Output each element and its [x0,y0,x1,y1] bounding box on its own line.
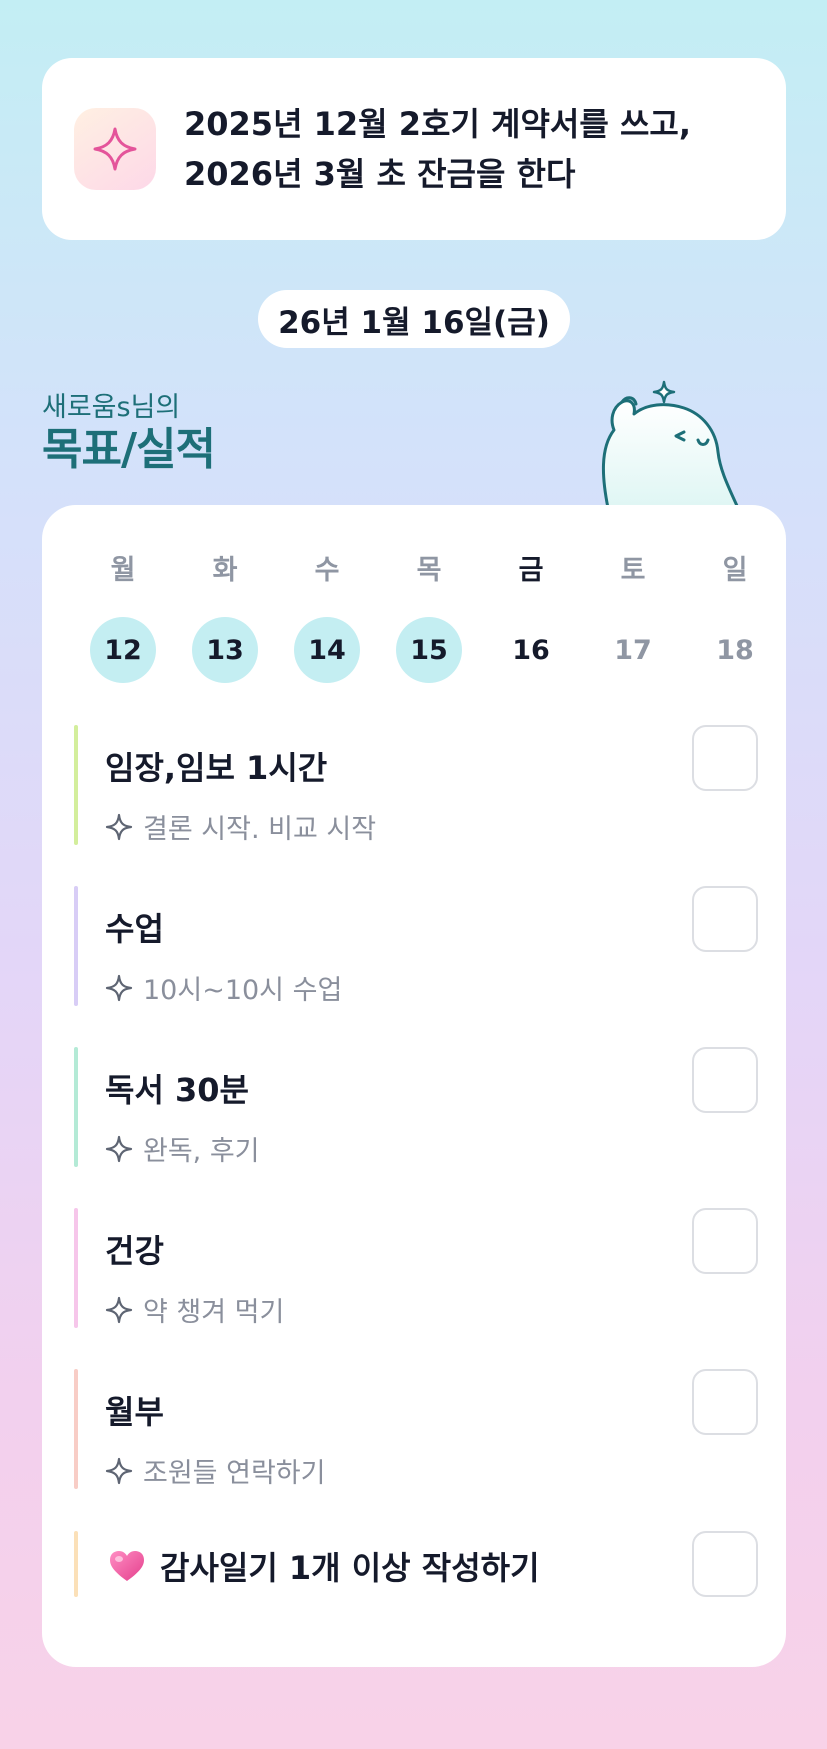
task-title: 독서 30분 [105,1071,249,1109]
task-note-text: 결론 시작. 비교 시작 [143,814,377,845]
sparkle-outline-icon [105,1457,133,1484]
day-label: 금 [518,555,544,586]
day-number: 15 [396,617,462,683]
task-item[interactable]: 감사일기 1개 이상 작성하기 [74,1531,758,1597]
day-mon[interactable]: 월 12 [72,555,174,683]
goal-line-1: 2025년 12월 2호기 계약서를 쓰고, [184,105,691,143]
task-title: 건강 [105,1232,164,1270]
goal-line-2: 2026년 3월 초 잔금을 한다 [184,155,576,193]
task-note: 약 챙겨 먹기 [105,1290,284,1329]
sparkle-outline-icon [105,974,133,1001]
task-color-bar [74,1047,78,1167]
task-note: 결론 시작. 비교 시작 [105,807,376,846]
task-title-row: 감사일기 1개 이상 작성하기 [108,1543,540,1589]
task-item[interactable]: 독서 30분 완독, 후기 [74,1047,758,1167]
day-label: 화 [212,555,238,586]
task-color-bar [74,1208,78,1328]
task-checkbox[interactable] [692,886,758,952]
mascot-illustration [601,380,740,508]
task-title: 수업 [105,910,164,948]
day-label: 목 [416,555,442,586]
task-note: 조원들 연락하기 [105,1451,325,1490]
task-item[interactable]: 월부 조원들 연락하기 [74,1369,758,1489]
task-note-text: 조원들 연락하기 [143,1458,326,1489]
task-note: 10시~10시 수업 [105,968,342,1007]
task-color-bar [74,886,78,1006]
task-checkbox[interactable] [692,1531,758,1597]
task-title: 월부 [105,1393,164,1431]
task-note-text: 10시~10시 수업 [143,975,343,1006]
day-number: 14 [294,617,360,683]
task-item[interactable]: 수업 10시~10시 수업 [74,886,758,1006]
goals-card: 월 12 화 13 수 14 목 15 금 16 토 17 일 18 임장,임보… [42,505,786,1667]
section-main-title: 목표/실적 [42,424,216,475]
day-number: 18 [716,634,754,666]
sparkle-outline-icon [105,813,133,840]
task-color-bar [74,725,78,845]
date-label[interactable]: 26년 1월 16일(금) [258,290,570,348]
task-color-bar [74,1369,78,1489]
day-number: 12 [90,617,156,683]
day-sun[interactable]: 일 18 [684,555,786,683]
day-number: 16 [512,634,550,666]
day-label: 일 [722,555,748,586]
day-label: 토 [620,555,646,586]
day-wed[interactable]: 수 14 [276,555,378,683]
task-item[interactable]: 건강 약 챙겨 먹기 [74,1208,758,1328]
goal-text: 2025년 12월 2호기 계약서를 쓰고, 2026년 3월 초 잔금을 한다 [184,99,691,199]
task-item[interactable]: 임장,임보 1시간 결론 시작. 비교 시작 [74,725,758,845]
task-note-text: 완독, 후기 [143,1136,260,1167]
day-sat[interactable]: 토 17 [582,555,684,683]
task-checkbox[interactable] [692,725,758,791]
week-strip: 월 12 화 13 수 14 목 15 금 16 토 17 일 18 [72,555,786,683]
task-checkbox[interactable] [692,1047,758,1113]
task-note-text: 약 챙겨 먹기 [143,1297,285,1328]
goal-card: 2025년 12월 2호기 계약서를 쓰고, 2026년 3월 초 잔금을 한다 [42,58,786,240]
day-tue[interactable]: 화 13 [174,555,276,683]
sparkle-icon [74,108,156,190]
sparkle-outline-icon [105,1135,133,1162]
task-note: 완독, 후기 [105,1129,260,1168]
task-checkbox[interactable] [692,1369,758,1435]
heart-icon [110,1551,144,1581]
task-title-text: 감사일기 1개 이상 작성하기 [160,1549,540,1587]
section-title: 새로움s님의 목표/실적 [42,392,216,476]
day-number: 13 [192,617,258,683]
task-color-bar [74,1531,78,1597]
day-fri[interactable]: 금 16 [480,555,582,683]
day-label: 수 [314,555,340,586]
task-checkbox[interactable] [692,1208,758,1274]
task-title: 임장,임보 1시간 [105,749,328,787]
section-subtitle: 새로움s님의 [42,392,181,423]
day-number: 17 [614,634,652,666]
day-label: 월 [110,555,136,586]
sparkle-outline-icon [105,1296,133,1323]
day-thu[interactable]: 목 15 [378,555,480,683]
